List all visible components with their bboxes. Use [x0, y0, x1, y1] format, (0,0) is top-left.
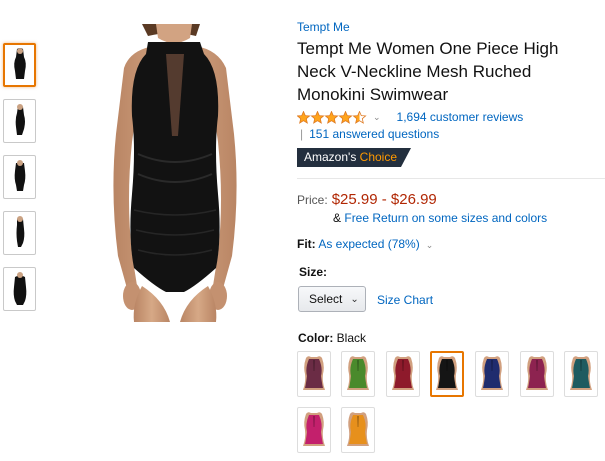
badge-tail: [401, 148, 412, 167]
free-return-row: & Free Return on some sizes and colors: [333, 211, 547, 225]
price-label: Price:: [297, 193, 328, 207]
size-label: Size:: [299, 265, 328, 279]
free-return-link[interactable]: Free Return on some sizes and colors: [344, 211, 547, 225]
divider: [297, 178, 605, 179]
size-select-label: Select: [309, 292, 343, 306]
chevron-down-icon: ⌄: [350, 293, 359, 305]
product-title: Tempt Me Women One Piece High Neck V-Nec…: [297, 39, 559, 104]
color-label: Color:: [298, 331, 334, 345]
color-swatch-green[interactable]: [341, 351, 375, 397]
cropped-top-text: [0, 0, 605, 5]
fit-value-link[interactable]: As expected (78%): [318, 237, 419, 251]
color-swatch-plum[interactable]: [297, 351, 331, 397]
customer-reviews-link[interactable]: 1,694 customer reviews: [397, 110, 524, 124]
return-prefix: &: [333, 211, 342, 225]
fit-label: Fit:: [297, 237, 316, 251]
fit-row: Fit: As expected (78%) ⌄: [297, 237, 433, 251]
rating-row: ⌄ 1,694 customer reviews: [297, 110, 523, 124]
thumbnail-list: [3, 43, 39, 323]
thumbnail-side-back[interactable]: [3, 211, 36, 255]
answered-questions-link[interactable]: 151 answered questions: [309, 127, 439, 141]
color-swatch-berry[interactable]: [520, 351, 554, 397]
brand-link[interactable]: Tempt Me: [297, 20, 350, 34]
size-chart-link[interactable]: Size Chart: [377, 293, 433, 307]
thumbnail-side[interactable]: [3, 99, 36, 143]
separator: |: [300, 127, 304, 141]
main-product-image[interactable]: [72, 21, 277, 322]
badge-prefix: Amazon's: [304, 150, 357, 164]
color-swatch-orange[interactable]: [341, 407, 375, 453]
chevron-down-icon[interactable]: ⌄: [373, 112, 381, 123]
thumbnail-closeup[interactable]: [3, 267, 36, 311]
color-swatch-wine-red[interactable]: [386, 351, 420, 397]
amazons-choice-badge[interactable]: Amazon's Choice: [297, 148, 412, 167]
color-swatch-navy-blue[interactable]: [475, 351, 509, 397]
stars-icon: [297, 110, 367, 124]
color-swatch-black[interactable]: [430, 351, 464, 397]
thumbnail-front[interactable]: [3, 43, 36, 87]
selected-color: Black: [336, 331, 367, 345]
thumbnail-back[interactable]: [3, 155, 36, 199]
size-select-dropdown[interactable]: Select ⌄: [298, 286, 366, 312]
badge-accent: Choice: [359, 150, 398, 164]
price-value: $25.99 - $26.99: [331, 191, 437, 208]
color-swatch-teal[interactable]: [564, 351, 598, 397]
color-swatch-rose[interactable]: [297, 407, 331, 453]
chevron-down-icon[interactable]: ⌄: [426, 240, 434, 250]
color-label-row: Color: Black: [298, 331, 366, 345]
star-rating[interactable]: [297, 110, 367, 124]
qa-row: | 151 answered questions: [297, 127, 439, 141]
price-row: Price: $25.99 - $26.99: [297, 191, 437, 208]
